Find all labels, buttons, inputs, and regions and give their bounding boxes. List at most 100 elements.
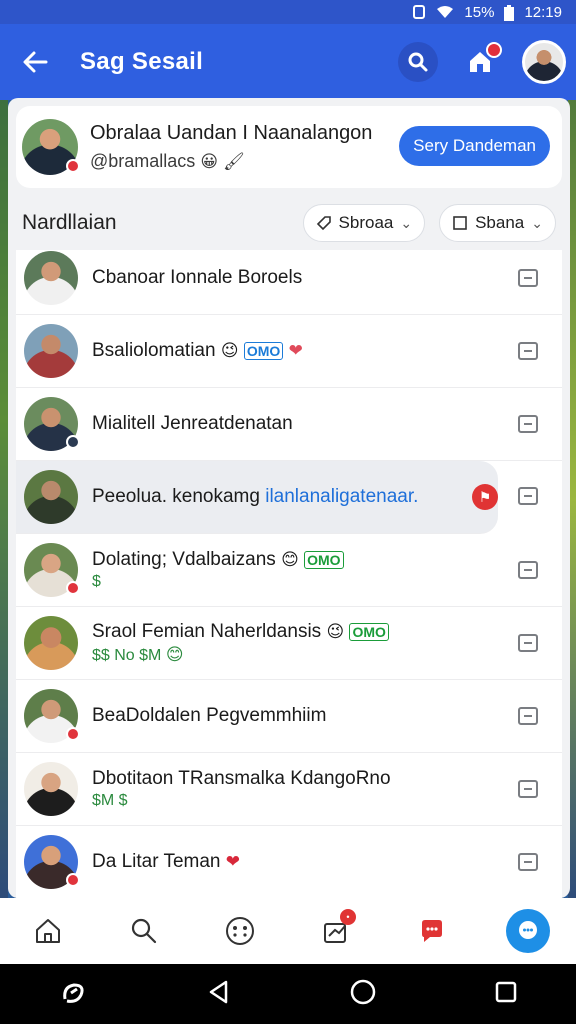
battery-level: 15% — [464, 3, 495, 21]
chat-fab[interactable] — [506, 909, 550, 953]
profile-action-button[interactable]: Sery Dandeman — [399, 126, 550, 166]
alert-icon — [422, 920, 442, 942]
live-indicator — [66, 727, 80, 741]
contact-subline: $ — [92, 573, 101, 590]
live-indicator — [66, 873, 80, 887]
contact-name: Dolating; Vdalbaizans — [92, 549, 276, 570]
smile-emoji-icon: 😊 — [281, 550, 299, 569]
contact-subline: $$ No $M — [92, 647, 162, 664]
filter-1-label: Sbroaa — [338, 213, 394, 232]
message-icon[interactable] — [518, 342, 538, 360]
nav-chat[interactable] — [506, 909, 550, 953]
message-icon[interactable] — [518, 415, 538, 433]
list-item[interactable]: Dolating; Vdalbaizans 😊 OMO $ — [16, 534, 562, 607]
nav-badge: • — [340, 909, 356, 925]
alert-icon: ⚑ — [472, 484, 498, 510]
filter-dropdown-2[interactable]: Sbana ⌄ — [439, 204, 556, 242]
filter-dropdown-1[interactable]: Sbroaa ⌄ — [302, 204, 426, 242]
message-icon[interactable] — [518, 561, 538, 579]
contact-name: Bsaliolomatian — [92, 340, 216, 361]
nav-emoji[interactable] — [218, 909, 262, 953]
search-button[interactable] — [398, 42, 438, 82]
assistant-button[interactable] — [59, 977, 89, 1012]
list-item[interactable]: Cbanoar Ionnale Boroels — [16, 250, 562, 315]
section-title: Nardllaian — [22, 211, 117, 234]
contact-tag: OMO — [349, 623, 389, 641]
chevron-down-icon: ⌄ — [400, 214, 413, 231]
list-item[interactable]: Sraol Femian Naherldansis 😉 OMO $$ No $M… — [16, 607, 562, 680]
contact-name: Da Litar Teman — [92, 851, 221, 872]
contact-name: Cbanoar Ionnale Boroels — [92, 267, 303, 288]
wifi-icon — [436, 5, 454, 19]
bottom-navigation: • — [0, 898, 576, 964]
status-bar: 15% 12:19 — [0, 0, 576, 24]
filter-2-label: Sbana — [475, 213, 525, 232]
system-home-button[interactable] — [349, 978, 377, 1011]
contact-avatar — [24, 689, 80, 743]
brush-emoji-icon: 🖌 — [223, 152, 245, 171]
contact-name: Sraol Femian Naherldansis — [92, 621, 322, 642]
live-indicator — [66, 581, 80, 595]
profile-avatar — [22, 119, 80, 175]
contact-avatar — [24, 324, 78, 378]
profile-handle: @bramallacs — [90, 151, 196, 171]
profile-card[interactable]: Obralaa Uandan I Naanalangon @bramallacs… — [16, 106, 562, 188]
contact-list: Cbanoar Ionnale Boroels Bsaliolomatian 😉… — [16, 250, 562, 898]
list-item[interactable]: Bsaliolomatian 😉 OMO ❤ — [16, 315, 562, 388]
home-button[interactable] — [460, 42, 502, 82]
list-item[interactable]: Da Litar Teman ❤ — [16, 826, 562, 898]
contact-avatar — [24, 616, 78, 670]
contact-name: BeaDoldalen Pegvemmhiim — [92, 705, 327, 726]
contact-tag: OMO — [304, 551, 344, 569]
contact-avatar — [24, 251, 78, 305]
message-icon[interactable] — [518, 707, 538, 725]
message-icon[interactable] — [518, 853, 538, 871]
nfc-icon — [412, 5, 426, 19]
nav-search[interactable] — [122, 909, 166, 953]
heart-emoji-icon: ❤ — [225, 852, 241, 871]
back-button[interactable] — [20, 47, 50, 77]
chevron-down-icon: ⌄ — [531, 214, 543, 231]
system-back-button[interactable] — [206, 979, 232, 1010]
chat-icon — [519, 921, 537, 939]
notification-badge — [486, 42, 502, 58]
background-left — [0, 100, 8, 900]
smile-emoji-icon: 😉 — [220, 341, 239, 360]
live-indicator — [66, 159, 80, 173]
message-icon[interactable] — [518, 269, 538, 287]
emoji-icon — [226, 917, 254, 945]
home-icon — [36, 919, 60, 943]
contact-name: Mialitell Jenreatdenatan — [92, 413, 293, 434]
profile-button-label: Sery Dandeman — [413, 136, 536, 155]
message-icon[interactable] — [518, 780, 538, 798]
square-icon — [453, 216, 467, 230]
user-avatar[interactable] — [522, 40, 566, 84]
message-icon[interactable] — [518, 487, 538, 505]
contact-link[interactable]: ilanlanaligatenaar. — [265, 486, 418, 507]
heart-emoji-icon: ❤ — [288, 341, 303, 360]
nav-home[interactable] — [26, 909, 70, 953]
nav-alerts[interactable] — [410, 909, 454, 953]
search-icon — [131, 918, 157, 944]
assistant-icon — [62, 982, 84, 1003]
list-item-selected[interactable]: Peeolua. kenokamg ilanlanaligatenaar. ⚑ — [16, 461, 498, 534]
message-icon[interactable] — [518, 634, 538, 652]
home-circle-icon — [350, 979, 375, 1004]
list-item[interactable]: Dbotitaon TRansmalka KdangoRno $M $ — [16, 753, 562, 826]
clock: 12:19 — [524, 3, 562, 21]
page-title: Sag Sesail — [80, 48, 204, 75]
list-item[interactable]: Mialitell Jenreatdenatan — [16, 388, 562, 461]
live-indicator — [66, 435, 80, 449]
contact-avatar — [24, 470, 78, 524]
system-recents-button[interactable] — [494, 980, 518, 1009]
app-bar: Sag Sesail — [0, 24, 576, 100]
contact-tag: OMO — [243, 342, 284, 360]
contact-name: Peeolua. kenokamg — [92, 486, 260, 507]
battery-icon — [504, 5, 515, 21]
search-icon — [408, 52, 428, 72]
list-item[interactable]: BeaDoldalen Pegvemmhiim — [16, 680, 562, 753]
tag-icon — [316, 216, 331, 231]
smile-emoji-icon: 😉 — [326, 622, 345, 641]
contact-avatar — [24, 543, 80, 597]
nav-notifications[interactable]: • — [314, 909, 358, 953]
